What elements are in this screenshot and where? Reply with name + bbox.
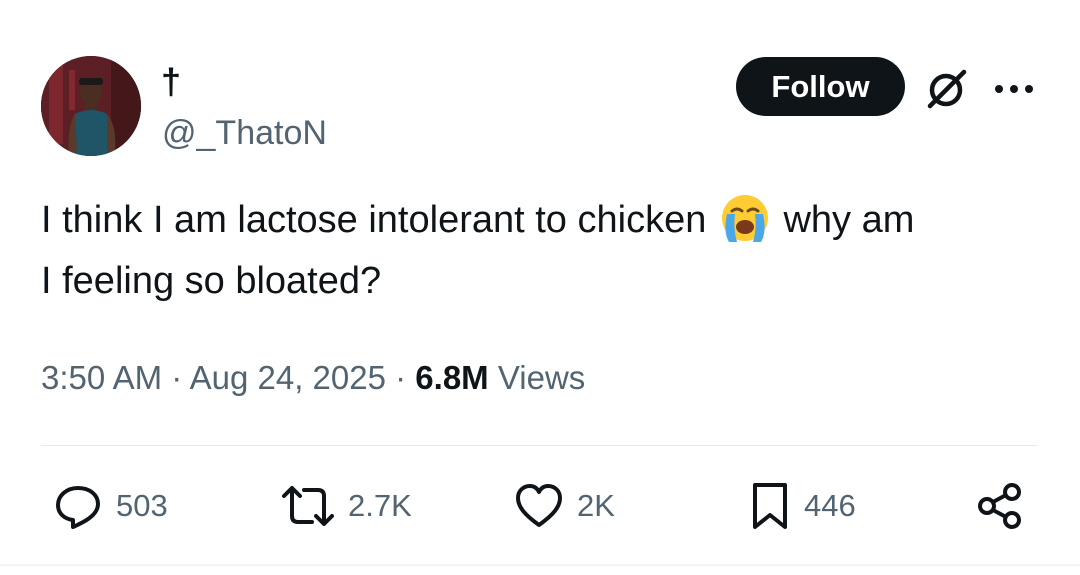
divider: [41, 445, 1037, 446]
tweet-meta: 3:50 AM · Aug 24, 2025 · 6.8M Views: [41, 356, 585, 400]
reply-button[interactable]: 503: [52, 478, 168, 534]
tweet-card: † @_ThatoN Follow I think I am lactose i…: [0, 0, 1080, 575]
author-display-name[interactable]: †: [161, 62, 181, 102]
more-icon[interactable]: [993, 74, 1035, 104]
reply-count: 503: [116, 488, 168, 523]
views-count: 6.8M: [415, 359, 489, 396]
avatar-photo: [41, 56, 141, 156]
bookmark-icon: [753, 483, 787, 529]
tweet-text: I think I am lactose intolerant to chick…: [41, 190, 1041, 312]
reply-icon: [56, 486, 100, 529]
heart-icon: [516, 484, 562, 527]
tweet-text-line-2: I feeling so bloated?: [41, 260, 382, 302]
repost-icon: [282, 486, 334, 526]
repost-button[interactable]: 2.7K: [280, 478, 412, 534]
share-icon: [978, 483, 1021, 529]
loudly-crying-face-emoji-icon: [719, 192, 771, 244]
follow-button[interactable]: Follow: [736, 57, 905, 116]
meta-separator: ·: [395, 359, 407, 396]
bookmark-count: 446: [804, 488, 856, 523]
tweet-text-part-before-emoji: I think I am lactose intolerant to chick…: [41, 199, 707, 241]
tweet-date[interactable]: Aug 24, 2025: [190, 359, 386, 396]
like-count: 2K: [577, 488, 615, 523]
avatar[interactable]: [41, 56, 141, 156]
repost-count: 2.7K: [348, 488, 412, 523]
views-label: Views: [497, 359, 586, 396]
bookmark-button[interactable]: 446: [748, 478, 856, 534]
tweet-text-part-after-emoji: why am: [783, 199, 915, 241]
tweet-time[interactable]: 3:50 AM: [41, 359, 162, 396]
tweet-text-line-1: I think I am lactose intolerant to chick…: [41, 190, 1041, 251]
bottom-divider: [0, 564, 1080, 566]
like-button[interactable]: 2K: [513, 478, 615, 534]
author-handle[interactable]: @_ThatoN: [162, 113, 327, 153]
share-button[interactable]: [976, 478, 1024, 534]
grok-icon[interactable]: [924, 66, 970, 112]
meta-separator: ·: [171, 359, 183, 396]
